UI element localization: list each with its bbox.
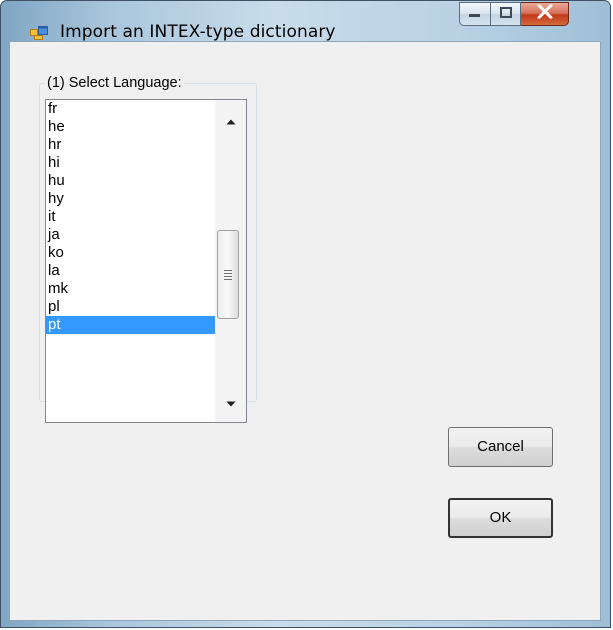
list-item[interactable]: he	[46, 118, 216, 136]
list-item[interactable]: ja	[46, 226, 216, 244]
scrollbar-grip-icon	[224, 270, 232, 282]
list-item[interactable]: ko	[46, 244, 216, 262]
close-button[interactable]	[521, 2, 569, 26]
list-item[interactable]: mk	[46, 280, 216, 298]
scroll-down-arrow-icon[interactable]	[226, 394, 235, 412]
groupbox-label: (1) Select Language:	[45, 75, 184, 91]
list-item[interactable]: fr	[46, 100, 216, 118]
list-item[interactable]: hi	[46, 154, 216, 172]
scrollbar-thumb[interactable]	[217, 230, 239, 319]
cancel-button[interactable]: Cancel	[448, 427, 553, 467]
list-item[interactable]: la	[46, 262, 216, 280]
window-title: Import an INTEX-type dictionary	[60, 22, 336, 42]
import-dictionary-window: Import an INTEX-type dictionary (1) Sele…	[0, 0, 611, 628]
language-listbox[interactable]: fr he hr hi hu hy it ja ko la mk pl pt	[45, 99, 247, 423]
close-icon	[537, 4, 553, 24]
maximize-icon	[499, 5, 512, 23]
list-item[interactable]: pl	[46, 298, 216, 316]
list-item[interactable]: hu	[46, 172, 216, 190]
maximize-button[interactable]	[491, 2, 521, 26]
ok-button[interactable]: OK	[448, 498, 553, 538]
caption-buttons	[459, 2, 569, 26]
language-groupbox: (1) Select Language: fr he hr hi hu hy it ja ko l…	[39, 75, 257, 423]
app-window-icon	[30, 26, 48, 40]
minimize-button[interactable]	[459, 2, 491, 26]
list-item[interactable]: it	[46, 208, 216, 226]
dialog-client-area: (1) Select Language: fr he hr hi hu hy it ja ko l…	[9, 41, 601, 621]
list-item[interactable]: pt	[46, 316, 216, 334]
minimize-icon	[469, 5, 481, 23]
list-item[interactable]: hr	[46, 136, 216, 154]
list-item[interactable]: hy	[46, 190, 216, 208]
scroll-up-arrow-icon[interactable]	[226, 112, 235, 130]
language-list-items: fr he hr hi hu hy it ja ko la mk pl pt	[46, 100, 216, 334]
vertical-scrollbar[interactable]	[215, 100, 246, 422]
